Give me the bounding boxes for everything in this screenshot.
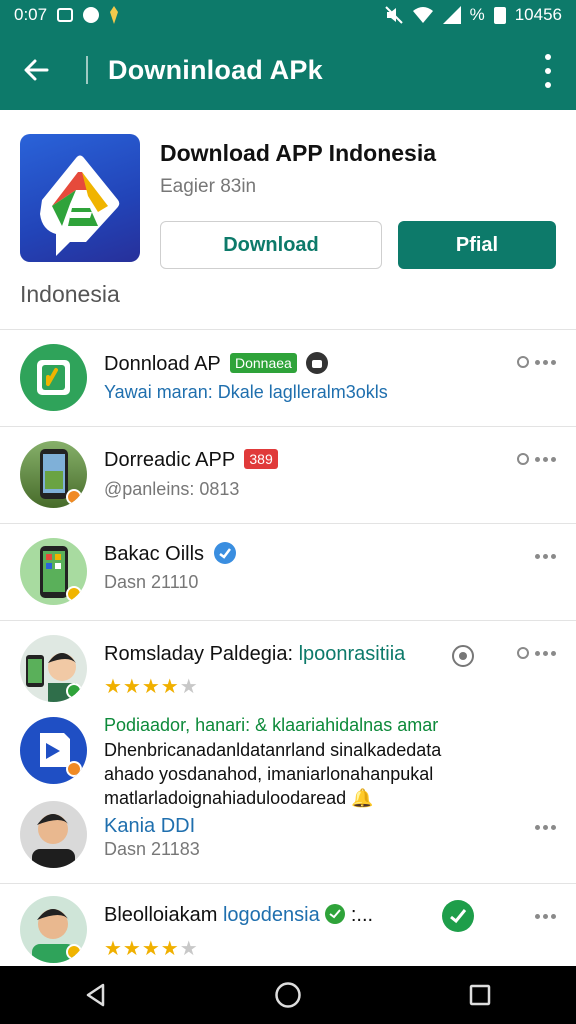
app-meta: Eagier 83in xyxy=(160,176,257,197)
battery-icon xyxy=(493,6,506,24)
list-item-title: Dorreadic APP xyxy=(104,449,235,471)
image-notification-icon xyxy=(57,8,74,22)
list-item[interactable]: Bleolloiakam logodensia :... ★★★★★ xyxy=(0,884,576,966)
rating-stars: ★★★★★ xyxy=(104,938,199,960)
list-item-subtitle: @panleins: 0813 xyxy=(104,479,240,499)
list-item-tagline: lpoonrasitiia xyxy=(298,643,406,665)
download-button[interactable]: Download xyxy=(160,221,382,269)
status-badge: Donnaea xyxy=(229,353,297,373)
arrow-left-icon xyxy=(24,59,49,81)
more-horiz-icon[interactable] xyxy=(516,906,556,926)
list-item-title: Romsladay Paldegia: xyxy=(104,643,293,665)
signal-icon xyxy=(442,6,461,24)
verified-icon xyxy=(325,904,346,924)
more-horiz-icon[interactable] xyxy=(516,449,556,469)
more-horiz-icon[interactable] xyxy=(516,817,556,837)
list-item-tagline: logodensia xyxy=(222,904,320,926)
list-item[interactable]: Donnload AP Donnaea Yawai maran: Dkale l… xyxy=(0,330,576,427)
list-item[interactable]: Bakac Oills Dasn 21110 xyxy=(0,524,576,621)
more-horiz-icon[interactable] xyxy=(516,546,556,566)
review-text-line: ahado yosdanahod, imaniarlonahanpukal xyxy=(104,764,434,784)
avatar xyxy=(20,896,87,963)
verified-icon xyxy=(213,542,236,564)
nav-home-button[interactable] xyxy=(258,966,318,1024)
list-item-subtitle: Yawai maran: Dkale laglleralm3okls xyxy=(104,382,388,402)
app-icon xyxy=(20,717,87,784)
pin-notification-icon xyxy=(110,6,119,24)
list-item-title: Kania DDI xyxy=(104,815,196,837)
more-horiz-icon[interactable] xyxy=(516,643,556,663)
list-item-title: Bleolloiakam xyxy=(104,904,218,926)
list-item-subtitle: Dasn 21183 xyxy=(104,839,200,859)
back-button[interactable] xyxy=(0,30,72,110)
review-block: Podiaador, hanari: & klaariahidalnas ama… xyxy=(0,711,576,808)
status-time: 0:07 xyxy=(14,5,48,24)
app-bar: Downinload APk xyxy=(0,30,576,110)
info-icon[interactable] xyxy=(452,645,474,667)
square-recents-icon xyxy=(469,984,491,1006)
rating-stars: ★★★★★ xyxy=(104,676,199,698)
region-label: Indonesia xyxy=(20,281,120,307)
app-icon xyxy=(20,344,87,411)
list-item-suffix: :... xyxy=(350,904,374,926)
app-name: Download APP Indonesia xyxy=(160,140,437,166)
avatar xyxy=(20,635,87,702)
app-bar-divider xyxy=(86,56,88,84)
page-title: Downinload APk xyxy=(108,54,323,85)
list-item[interactable]: Dorreadic APP 389 @panleins: 0813 xyxy=(0,427,576,524)
app-icon xyxy=(20,441,87,508)
wifi-icon xyxy=(412,7,433,23)
more-horiz-icon[interactable] xyxy=(516,352,556,372)
list-item-title: Bakac Oills xyxy=(104,543,205,565)
more-vert-icon[interactable] xyxy=(538,54,558,88)
review-heading: Podiaador, hanari: & klaariahidalnas ama… xyxy=(104,715,439,735)
system-nav-bar xyxy=(0,966,576,1024)
mute-icon xyxy=(384,6,403,24)
triangle-back-icon xyxy=(86,983,105,1007)
check-icon[interactable] xyxy=(442,900,474,932)
review-text-line: Dhenbricanadanldatanrland sinalkadedata xyxy=(104,740,442,760)
avatar xyxy=(20,801,87,868)
status-bar: 0:07 % 10456 xyxy=(0,0,576,30)
list-item[interactable]: Romsladay Paldegia: lpoonrasitiia ★★★★★ xyxy=(0,621,576,711)
circle-home-icon xyxy=(275,982,301,1008)
app-header-card: Download APP Indonesia Eagier 83in Downl… xyxy=(0,110,576,330)
list-item-subtitle: Dasn 21110 xyxy=(104,572,199,592)
android-icon xyxy=(306,352,329,374)
nav-back-button[interactable] xyxy=(66,966,126,1024)
list-item[interactable]: Kania DDI Dasn 21183 xyxy=(0,801,576,884)
primary-action-button[interactable]: Pfial xyxy=(398,221,556,269)
app-logo xyxy=(20,134,140,262)
nav-recents-button[interactable] xyxy=(450,966,510,1024)
list-item-title: Donnload AP xyxy=(104,353,221,375)
status-clock: 10456 xyxy=(514,5,562,24)
battery-percent: % xyxy=(469,5,485,24)
app-notification-icon xyxy=(83,7,100,23)
status-badge: 389 xyxy=(244,449,278,469)
app-icon xyxy=(20,538,87,605)
